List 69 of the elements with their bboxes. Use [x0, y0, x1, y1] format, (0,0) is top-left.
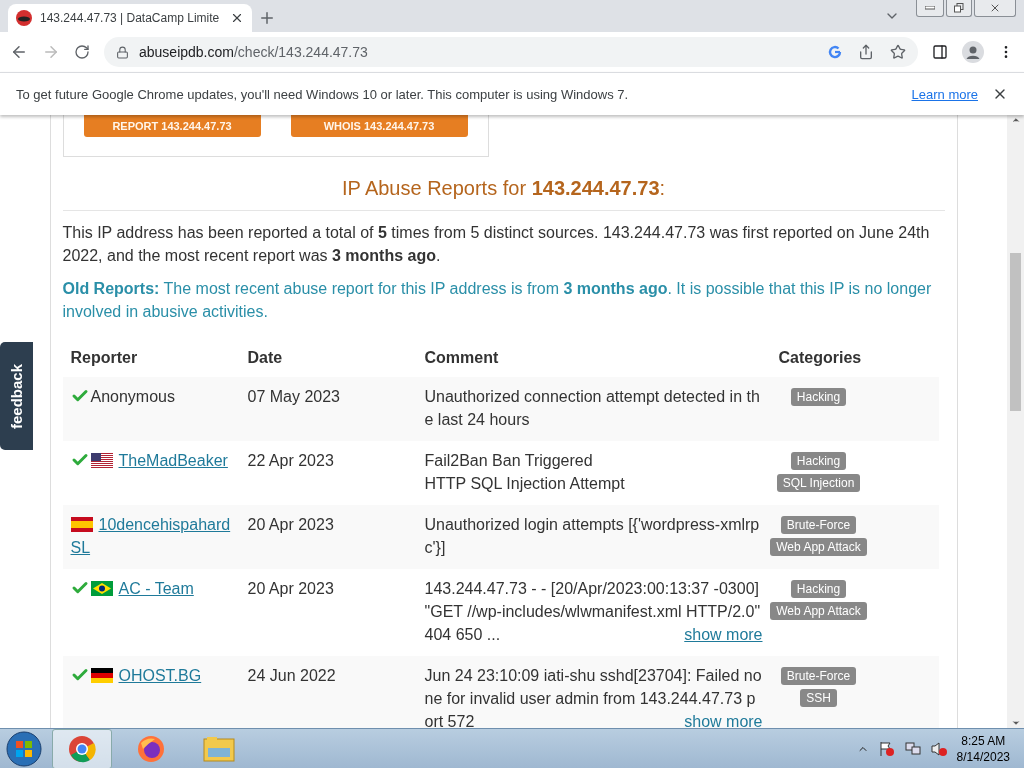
- tab-title: 143.244.47.73 | DataCamp Limite: [40, 11, 221, 25]
- reporter-link[interactable]: AC - Team: [70, 577, 232, 600]
- flag-icon: [90, 668, 113, 683]
- category-tag: SQL Injection: [776, 474, 861, 492]
- browser-tab[interactable]: 143.244.47.73 | DataCamp Limite: [8, 4, 252, 32]
- flag-icon: [70, 517, 93, 532]
- scroll-thumb[interactable]: [1010, 252, 1021, 411]
- back-icon[interactable]: [10, 43, 28, 61]
- star-icon[interactable]: [890, 44, 906, 60]
- category-tag: Brute-Force: [780, 516, 857, 534]
- scroll-up-icon[interactable]: [1010, 115, 1021, 125]
- date-cell: 20 Apr 2023: [239, 505, 417, 569]
- scrollbar[interactable]: [1007, 115, 1024, 728]
- action-button[interactable]: REPORT 143.244.47.73: [83, 115, 261, 137]
- category-tag: SSH: [800, 689, 837, 707]
- taskbar-app[interactable]: [52, 728, 112, 768]
- google-icon[interactable]: [828, 45, 842, 59]
- network-icon[interactable]: [904, 740, 921, 757]
- reporter-link[interactable]: TheMadBeaker: [70, 449, 232, 472]
- category-tag: Web App Attack: [770, 538, 867, 556]
- comment-cell: Unauthorized login attempts [{'wordpress-xmlrpc'}]: [416, 505, 771, 569]
- column-header: Comment: [423, 348, 500, 368]
- category-tag: Web App Attack: [770, 602, 867, 620]
- comment-cell: Unauthorized connection attempt detected in the last 24 hours: [416, 377, 771, 441]
- scroll-down-icon[interactable]: [1010, 718, 1021, 728]
- start-button-icon[interactable]: [6, 730, 42, 767]
- column-header: Date: [246, 348, 284, 368]
- restore-button[interactable]: [946, 0, 972, 17]
- feedback-tab[interactable]: feedback: [0, 342, 33, 450]
- clock-date: 8/14/2023: [956, 748, 1010, 765]
- column-header: Categories: [777, 348, 863, 368]
- old-reports-notice: Old Reports: The most recent abuse report for this IP address is from 3 months ago. It is possible that this IP is no longer involved in abusive activities.: [62, 279, 933, 322]
- section-heading: IP Abuse Reports for 143.244.47.73:: [62, 157, 945, 211]
- date-cell: 24 Jun 2022: [239, 656, 417, 728]
- flag-icon: [90, 581, 113, 596]
- lock-icon: [116, 45, 129, 59]
- folder-icon: [203, 735, 235, 762]
- reporter-name: Anonymous: [70, 385, 232, 408]
- update-message: To get future Google Chrome updates, you'll need Windows 10 or later. This computer is using Windows 7.: [16, 86, 629, 102]
- category-tag: Hacking: [790, 388, 847, 406]
- close-icon: [989, 2, 1001, 14]
- flag-alert-icon[interactable]: [878, 740, 895, 757]
- share-icon[interactable]: [858, 44, 874, 60]
- muted-volume-icon[interactable]: [930, 740, 947, 757]
- new-tab-icon[interactable]: [258, 9, 276, 27]
- flag-icon: [90, 453, 113, 468]
- fox-browser-icon: [137, 734, 165, 763]
- show-more-link[interactable]: show more: [684, 710, 763, 728]
- category-tag: Brute-Force: [780, 667, 857, 685]
- restore-icon: [954, 3, 964, 13]
- minimize-icon: [925, 6, 935, 10]
- browser-icon: [68, 734, 96, 763]
- reload-icon[interactable]: [74, 44, 90, 60]
- show-more-link[interactable]: show more: [684, 623, 763, 646]
- clock-time: 8:25 AM: [961, 732, 1006, 749]
- comment-cell: Jun 24 23:10:09 iati-shu sshd[23704]: Failed none for invalid user admin from 143.244.47.73 port 572 show more: [416, 656, 771, 728]
- date-cell: 07 May 2023: [239, 377, 417, 441]
- side-panel-icon[interactable]: [932, 44, 948, 60]
- site-logo-icon: [16, 10, 32, 26]
- url-text: abuseipdb.com/check/143.244.47.73: [139, 44, 368, 60]
- address-bar[interactable]: abuseipdb.com/check/143.244.47.73: [104, 37, 918, 67]
- category-tag: Hacking: [790, 580, 847, 598]
- profile-avatar-icon[interactable]: [962, 41, 984, 63]
- category-tag: Hacking: [790, 452, 847, 470]
- summary-text: This IP address has been reported a total of 5 times from 5 distinct sources. 143.244.47.73 was first reported on June 24th 2022, and the most recent report was 3 months ago.: [62, 223, 931, 266]
- learn-more-link[interactable]: Learn more: [911, 86, 978, 102]
- action-button[interactable]: WHOIS 143.244.47.73: [290, 115, 468, 137]
- column-header: Reporter: [69, 348, 139, 368]
- close-icon[interactable]: [230, 11, 244, 25]
